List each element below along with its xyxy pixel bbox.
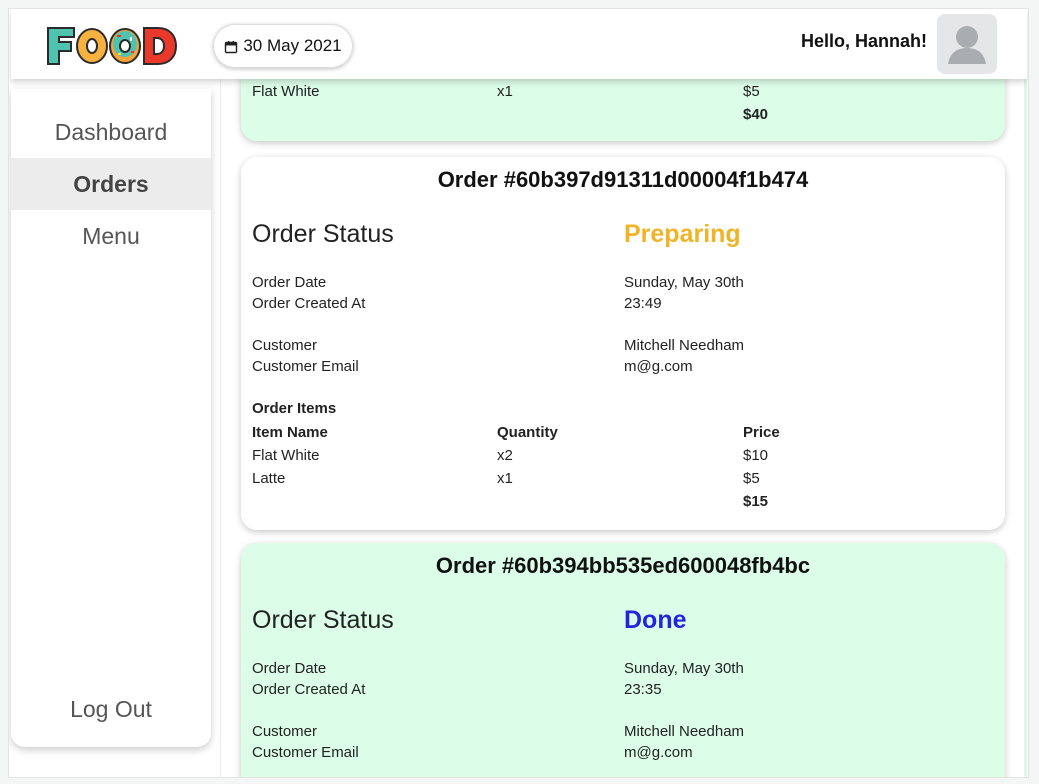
user-greeting: Hello, Hannah! xyxy=(800,31,927,51)
item-quantity: x1 xyxy=(497,83,513,100)
order-status-value: Preparing xyxy=(624,220,741,248)
order-created-value: 23:35 xyxy=(624,681,662,698)
column-price: Price xyxy=(743,424,780,441)
order-total: $40 xyxy=(743,106,769,123)
order-date-label: Order Date xyxy=(252,274,327,291)
app-frame: Flat White x1 $5 $40 Order #60b397d91311… xyxy=(8,8,1029,778)
item-quantity: x2 xyxy=(497,447,513,464)
order-date-value: Sunday, May 30th xyxy=(624,274,744,291)
user-silhouette-icon xyxy=(948,26,986,64)
item-quantity: x1 xyxy=(497,470,513,487)
customer-value: Mitchell Needham xyxy=(624,723,745,740)
order-card: Order #60b394bb535ed600048fb4bc Order St… xyxy=(241,543,1005,777)
date-label: 30 May 2021 xyxy=(243,36,342,55)
order-title: Order #60b397d91311d00004f1b474 xyxy=(437,167,809,192)
sidebar: Dashboard Orders Menu Log Out xyxy=(11,89,211,747)
order-date-value: Sunday, May 30th xyxy=(624,660,744,677)
order-items-heading: Order Items xyxy=(252,400,337,417)
calendar-icon xyxy=(224,39,238,54)
scrollbar-track[interactable] xyxy=(1024,79,1027,777)
customer-label: Customer xyxy=(252,337,318,354)
item-price: $5 xyxy=(743,470,760,487)
order-created-label: Order Created At xyxy=(252,681,366,698)
order-date-label: Order Date xyxy=(252,660,327,677)
order-card: Order #60b397d91311d00004f1b474 Order St… xyxy=(241,157,1005,530)
sidebar-item-dashboard[interactable]: Dashboard xyxy=(11,106,211,158)
item-name: Flat White xyxy=(252,83,320,100)
column-quantity: Quantity xyxy=(497,424,558,441)
item-price: $10 xyxy=(743,447,769,464)
customer-email-label: Customer Email xyxy=(252,358,359,375)
order-status-value: Done xyxy=(624,606,687,634)
order-total: $15 xyxy=(743,493,769,510)
order-title: Order #60b394bb535ed600048fb4bc xyxy=(435,553,811,578)
customer-email-value: m@g.com xyxy=(624,358,693,375)
top-header: 30 May 2021 Hello, Hannah! xyxy=(11,9,1027,79)
customer-label: Customer xyxy=(252,723,318,740)
customer-value: Mitchell Needham xyxy=(624,337,745,354)
sidebar-item-menu[interactable]: Menu xyxy=(11,210,211,262)
customer-email-label: Customer Email xyxy=(252,744,359,761)
item-price: $5 xyxy=(743,83,760,100)
item-name: Flat White xyxy=(252,447,320,464)
user-avatar[interactable] xyxy=(937,14,997,74)
order-created-label: Order Created At xyxy=(252,295,366,312)
content-divider xyxy=(220,79,221,777)
column-item-name: Item Name xyxy=(252,424,328,441)
order-status-label: Order Status xyxy=(252,220,394,248)
logout-button[interactable]: Log Out xyxy=(11,683,211,735)
customer-email-value: m@g.com xyxy=(624,744,693,761)
date-selector[interactable]: 30 May 2021 xyxy=(213,24,353,68)
order-created-value: 23:49 xyxy=(624,295,662,312)
item-name: Latte xyxy=(252,470,286,487)
order-status-label: Order Status xyxy=(252,606,394,634)
food-logo[interactable] xyxy=(45,25,178,67)
sidebar-item-orders[interactable]: Orders xyxy=(11,158,211,210)
